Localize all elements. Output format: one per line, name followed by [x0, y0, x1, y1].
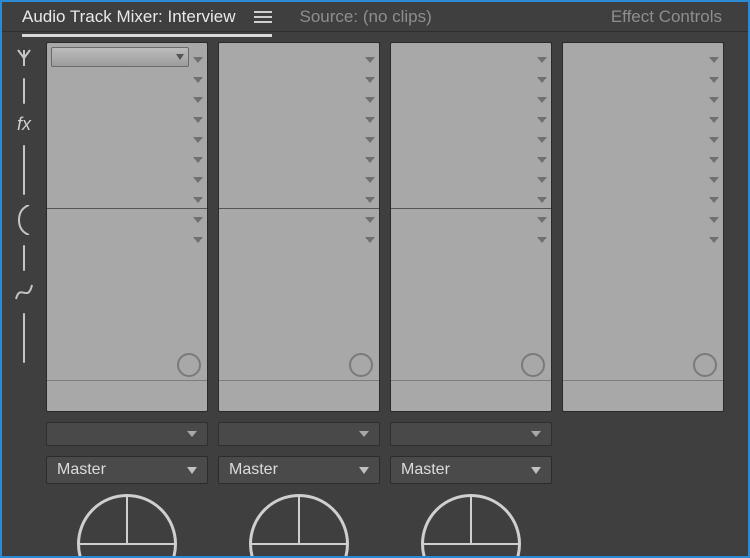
chevron-down-icon[interactable]: [709, 217, 719, 223]
chevron-down-icon: [176, 54, 184, 60]
chevron-down-icon[interactable]: [537, 117, 547, 123]
chevron-down-icon[interactable]: [709, 157, 719, 163]
chevron-down-icon[interactable]: [709, 197, 719, 203]
chevron-down-icon[interactable]: [193, 197, 203, 203]
rail-divider: [23, 78, 25, 104]
master-strip: [562, 42, 724, 556]
chevron-down-icon[interactable]: [537, 77, 547, 83]
send-knob[interactable]: [693, 353, 717, 377]
rack-divider: [47, 380, 207, 381]
send-assign-dropdown[interactable]: [46, 422, 208, 446]
track-strip: Master: [46, 42, 208, 556]
chevron-down-icon[interactable]: [709, 97, 719, 103]
effects-rack[interactable]: [562, 42, 724, 412]
chevron-down-icon[interactable]: [193, 137, 203, 143]
tab-source[interactable]: Source: (no clips): [300, 7, 432, 27]
rack-divider: [391, 380, 551, 381]
chevron-down-icon[interactable]: [365, 217, 375, 223]
chevron-down-icon: [359, 431, 369, 437]
chevron-down-icon: [359, 467, 369, 474]
effects-rack[interactable]: [46, 42, 208, 412]
chevron-down-icon[interactable]: [537, 237, 547, 243]
bracket-icon[interactable]: [15, 205, 33, 235]
chevron-down-icon[interactable]: [365, 77, 375, 83]
send-assign-dropdown[interactable]: [390, 422, 552, 446]
mixer-body: fx: [2, 32, 748, 556]
pan-dial[interactable]: [421, 494, 521, 556]
effect-slot-dropdown[interactable]: [51, 47, 189, 67]
chevron-down-icon[interactable]: [709, 237, 719, 243]
audio-track-mixer-panel: Audio Track Mixer: Interview Source: (no…: [0, 0, 750, 558]
chevron-down-icon[interactable]: [193, 217, 203, 223]
chevron-down-icon[interactable]: [709, 77, 719, 83]
output-route-dropdown[interactable]: Master: [218, 456, 380, 484]
send-knob[interactable]: [349, 353, 373, 377]
chevron-down-icon[interactable]: [193, 57, 203, 63]
track-strip-area: Master: [46, 32, 748, 556]
fx-icon[interactable]: fx: [17, 114, 31, 135]
chevron-down-icon: [531, 467, 541, 474]
effects-rack[interactable]: [390, 42, 552, 412]
output-route-dropdown[interactable]: Master: [390, 456, 552, 484]
chevron-down-icon[interactable]: [365, 237, 375, 243]
output-route-label: Master: [57, 461, 106, 479]
send-knob[interactable]: [177, 353, 201, 377]
output-route-label: Master: [229, 461, 278, 479]
rack-divider: [219, 380, 379, 381]
output-route-dropdown[interactable]: Master: [46, 456, 208, 484]
tab-mixer[interactable]: Audio Track Mixer: Interview: [22, 7, 236, 27]
chevron-down-icon[interactable]: [365, 177, 375, 183]
track-strip: Master: [390, 42, 552, 556]
chevron-down-icon[interactable]: [365, 57, 375, 63]
pan-dial[interactable]: [249, 494, 349, 556]
effects-rack[interactable]: [218, 42, 380, 412]
panel-menu-icon[interactable]: [254, 11, 272, 23]
track-strip: Master: [218, 42, 380, 556]
rack-divider: [47, 208, 207, 209]
send-assign-dropdown[interactable]: [218, 422, 380, 446]
chevron-down-icon: [187, 467, 197, 474]
pan-dial[interactable]: [77, 494, 177, 556]
tab-effect-controls[interactable]: Effect Controls: [611, 7, 722, 27]
chevron-down-icon[interactable]: [365, 197, 375, 203]
chevron-down-icon[interactable]: [193, 237, 203, 243]
left-icon-rail: fx: [2, 32, 46, 556]
tab-mixer-group[interactable]: Audio Track Mixer: Interview: [22, 7, 272, 27]
sends-toggle-icon[interactable]: [14, 48, 34, 68]
rack-divider: [219, 208, 379, 209]
chevron-down-icon[interactable]: [365, 137, 375, 143]
chevron-down-icon[interactable]: [537, 177, 547, 183]
chevron-down-icon[interactable]: [193, 117, 203, 123]
chevron-down-icon[interactable]: [537, 137, 547, 143]
chevron-down-icon[interactable]: [537, 57, 547, 63]
chevron-down-icon[interactable]: [193, 157, 203, 163]
chevron-down-icon[interactable]: [537, 217, 547, 223]
rail-divider: [23, 245, 25, 271]
chevron-down-icon[interactable]: [709, 137, 719, 143]
chevron-down-icon[interactable]: [365, 97, 375, 103]
rack-divider: [563, 380, 723, 381]
chevron-down-icon: [531, 431, 541, 437]
send-knob[interactable]: [521, 353, 545, 377]
chevron-down-icon[interactable]: [193, 77, 203, 83]
chevron-down-icon[interactable]: [193, 177, 203, 183]
rail-divider: [23, 145, 25, 195]
chevron-down-icon[interactable]: [193, 97, 203, 103]
chevron-down-icon[interactable]: [365, 117, 375, 123]
chevron-down-icon[interactable]: [709, 177, 719, 183]
output-route-label: Master: [401, 461, 450, 479]
chevron-down-icon[interactable]: [365, 157, 375, 163]
rail-divider: [23, 313, 25, 363]
chevron-down-icon[interactable]: [537, 97, 547, 103]
chevron-down-icon[interactable]: [709, 117, 719, 123]
chevron-down-icon[interactable]: [537, 157, 547, 163]
chevron-down-icon: [187, 431, 197, 437]
automation-icon[interactable]: [14, 281, 34, 303]
panel-tabs: Audio Track Mixer: Interview Source: (no…: [2, 2, 748, 32]
chevron-down-icon[interactable]: [537, 197, 547, 203]
rack-divider: [391, 208, 551, 209]
chevron-down-icon[interactable]: [709, 57, 719, 63]
